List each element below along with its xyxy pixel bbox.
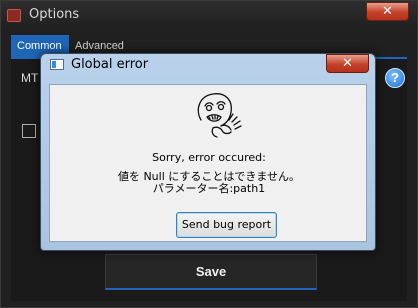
mt-setting-label: MT (21, 71, 39, 85)
option-checkbox[interactable] (22, 124, 36, 138)
error-detail-line-2: パラメーター名:path1 (152, 182, 266, 195)
rage-face-icon (197, 93, 242, 138)
save-button[interactable]: Save (105, 254, 317, 290)
help-icon[interactable]: ? (385, 68, 405, 88)
error-close-button[interactable]: ✕ (326, 54, 369, 73)
options-close-button[interactable]: ✕ (366, 2, 409, 21)
options-window-title: Options (29, 7, 80, 22)
app-icon (7, 9, 21, 22)
window-app-icon (50, 59, 64, 70)
error-message: Sorry, error occured: (152, 151, 266, 164)
error-detail: 値を Null にすることはできません。 パラメーター名:path1 (50, 171, 368, 195)
error-titlebar[interactable]: Global error ✕ (41, 54, 375, 76)
options-titlebar[interactable]: Options ✕ (1, 1, 417, 31)
error-dialog-body: Sorry, error occured: 値を Null にすることはできませ… (49, 84, 367, 242)
global-error-dialog: Global error ✕ Sorry, error occured: 値を … (40, 53, 376, 251)
send-bug-report-button[interactable]: Send bug report (176, 212, 277, 238)
error-dialog-title: Global error (71, 57, 149, 72)
